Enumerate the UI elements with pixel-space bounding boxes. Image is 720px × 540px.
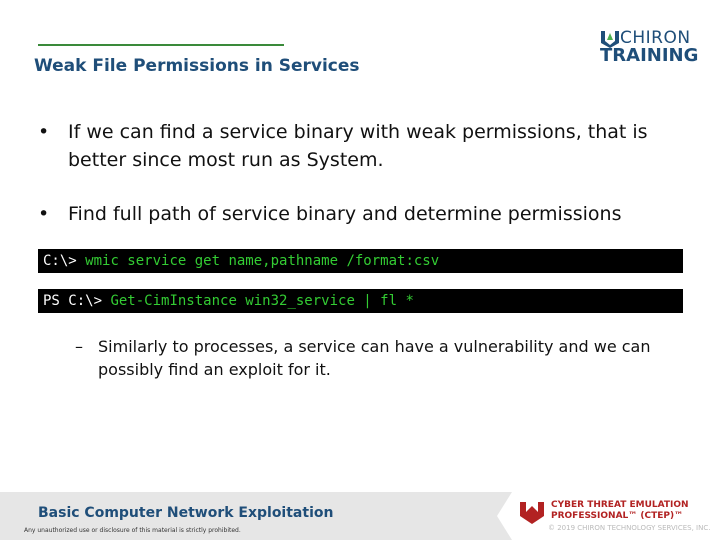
code-block-wmic: C:\> wmic service get name,pathname /for… <box>38 249 683 273</box>
ctep-line1: CYBER THREAT EMULATION <box>551 500 689 510</box>
bullet-dot: • <box>38 203 50 225</box>
slide-title: Weak File Permissions in Services <box>34 56 360 76</box>
code-command: Get-CimInstance win32_service | fl * <box>110 293 414 309</box>
slide: Weak File Permissions in Services CHIRON… <box>0 0 720 540</box>
ctep-line2: PROFESSIONAL™ (CTEP)™ <box>551 511 684 521</box>
bullet-text: If we can find a service binary with wea… <box>68 121 648 171</box>
logo-line2: TRAINING <box>600 45 699 66</box>
code-block-powershell: PS C:\> Get-CimInstance win32_service | … <box>38 289 683 313</box>
code-prompt: PS C:\> <box>43 293 111 309</box>
title-rule <box>38 44 284 46</box>
ctep-brand: CYBER THREAT EMULATION PROFESSIONAL™ (CT… <box>551 500 689 522</box>
bullet-dot: • <box>38 121 50 143</box>
bullet-text: Find full path of service binary and det… <box>68 203 622 225</box>
code-command: wmic service get name,pathname /format:c… <box>85 253 440 269</box>
copyright: © 2019 CHIRON TECHNOLOGY SERVICES, INC. <box>548 524 711 532</box>
sub-bullet-dash: – <box>75 337 83 356</box>
code-prompt: C:\> <box>43 253 86 269</box>
sub-bullet-text: Similarly to processes, a service can ha… <box>98 337 651 379</box>
ctep-shield-icon <box>520 502 544 524</box>
footer-course-title: Basic Computer Network Exploitation <box>38 505 334 521</box>
footer-notice: Any unauthorized use or disclosure of th… <box>24 527 241 534</box>
chiron-training-logo: CHIRON TRAINING <box>600 28 699 68</box>
